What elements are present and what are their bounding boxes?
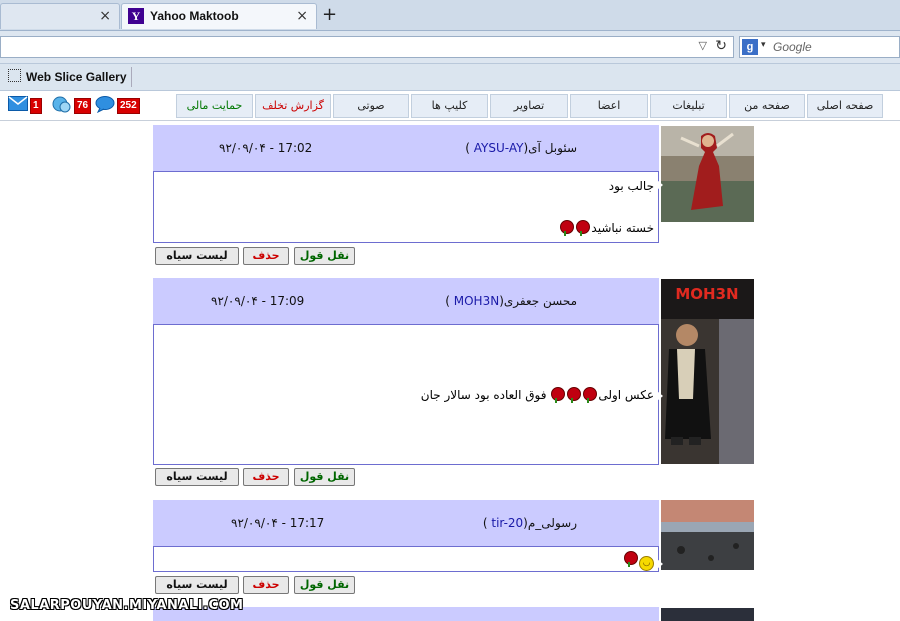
message-line: عکس اولی فوق العاده بود سالار جان xyxy=(420,387,654,403)
web-slice-gallery-label: Web Slice Gallery xyxy=(26,70,127,84)
nav-clips[interactable]: کلیپ ها xyxy=(411,94,488,118)
sender-name[interactable]: سئوبل آی xyxy=(528,141,577,155)
search-provider-dropdown-icon[interactable]: ▾ xyxy=(761,40,766,50)
smiley-emoticon-icon: ◡ xyxy=(639,556,654,571)
navigation-bar: ▽ ↻ g ▾ Google xyxy=(0,31,900,64)
tab-bar: × Y Yahoo Maktoob × + xyxy=(0,0,900,31)
nav-ads[interactable]: تبلیغات xyxy=(650,94,727,118)
site-nav: 1 76 252 صفحه اصلی صفحه من تبلیغات اعضا … xyxy=(0,91,900,121)
rose-emoticon-icon xyxy=(576,220,591,236)
nav-report-abuse[interactable]: گزارش تخلف xyxy=(255,94,331,118)
quote-button[interactable]: نقل قول xyxy=(294,576,355,594)
address-dropdown-icon[interactable]: ▽ xyxy=(699,39,707,52)
mail-icon[interactable] xyxy=(8,96,28,114)
web-slice-icon xyxy=(8,69,21,82)
delete-button[interactable]: حذف xyxy=(243,576,289,594)
message-body: جالب بود خسته نباشید xyxy=(153,171,659,243)
avatar[interactable]: MOH3N xyxy=(661,279,754,464)
message-header: ۹۲/۰۹/۰۴ - 17:17 رسولی_م(tir-20 ) xyxy=(153,500,659,546)
message-date: ۹۲/۰۹/۰۴ - 17:02 xyxy=(219,141,313,155)
sender-name[interactable]: محسن جعفری xyxy=(504,294,577,308)
avatar-caption: MOH3N xyxy=(675,285,738,303)
close-tab-icon[interactable]: × xyxy=(99,8,111,24)
sender-id[interactable]: tir-20 xyxy=(491,516,523,530)
google-search-icon[interactable]: g xyxy=(742,39,758,55)
rose-emoticon-icon xyxy=(624,551,638,567)
rose-emoticon-icon xyxy=(551,387,566,403)
refresh-icon[interactable]: ↻ xyxy=(715,38,727,54)
rose-emoticon-icon xyxy=(567,387,582,403)
close-tab-icon[interactable]: × xyxy=(296,8,308,24)
message-header: ۹۲/۰۹/۰۴ - 17:02 سئوبل آی(AYSU-AY ) xyxy=(153,125,659,171)
avatar[interactable] xyxy=(661,500,754,570)
delete-button[interactable]: حذف xyxy=(243,468,289,486)
blacklist-button[interactable]: لیست سیاه xyxy=(155,247,239,265)
search-placeholder: Google xyxy=(773,40,812,54)
blacklist-button[interactable]: لیست سیاه xyxy=(155,468,239,486)
chat-icon[interactable] xyxy=(51,96,73,114)
message-sender[interactable]: سئوبل آی(AYSU-AY ) xyxy=(465,141,577,155)
message-line: خسته نباشید xyxy=(559,220,654,236)
message-line: ◡ xyxy=(623,551,654,571)
rose-emoticon-icon xyxy=(560,220,575,236)
address-bar[interactable]: ▽ ↻ xyxy=(0,36,734,58)
nav-members[interactable]: اعضا xyxy=(570,94,648,118)
delete-button[interactable]: حذف xyxy=(243,247,289,265)
comments-count-badge[interactable]: 252 xyxy=(117,98,140,114)
blacklist-button[interactable]: لیست سیاه xyxy=(155,576,239,594)
search-box[interactable]: g ▾ Google xyxy=(739,36,900,58)
message-body: ◡ xyxy=(153,546,659,572)
favorites-bar: Web Slice Gallery xyxy=(0,64,900,91)
message-sender[interactable]: رسولی_م(tir-20 ) xyxy=(483,516,577,530)
message-date: ۹۲/۰۹/۰۴ - 17:09 xyxy=(211,294,305,308)
watermark: SALARPOUYAN.MIYANALI.COM xyxy=(10,598,244,613)
new-tab-button[interactable]: + xyxy=(322,4,337,25)
tab-previous[interactable]: × xyxy=(0,3,120,29)
quote-button[interactable]: نقل قول xyxy=(294,247,355,265)
nav-home[interactable]: صفحه اصلی xyxy=(807,94,883,118)
tab-yahoo-maktoob[interactable]: Y Yahoo Maktoob × xyxy=(121,3,317,29)
quote-button[interactable]: نقل قول xyxy=(294,468,355,486)
avatar-partial[interactable] xyxy=(661,608,754,621)
avatar-pointer xyxy=(657,559,663,569)
chat-count-badge[interactable]: 76 xyxy=(74,98,92,114)
message-line: جالب بود xyxy=(608,179,654,193)
mail-count-badge[interactable]: 1 xyxy=(30,98,42,114)
yahoo-favicon-icon: Y xyxy=(128,8,144,24)
sender-id[interactable]: MOH3N xyxy=(454,294,499,308)
sender-id[interactable]: AYSU-AY xyxy=(474,141,524,155)
nav-audio[interactable]: صوتی xyxy=(333,94,409,118)
message-body: عکس اولی فوق العاده بود سالار جان xyxy=(153,324,659,465)
comment-icon[interactable] xyxy=(95,96,115,114)
rose-emoticon-icon xyxy=(583,387,598,403)
tab-title: Yahoo Maktoob xyxy=(150,9,239,23)
avatar-pointer xyxy=(657,180,663,190)
avatar[interactable] xyxy=(661,126,754,222)
message-header: ۹۲/۰۹/۰۴ - 17:09 محسن جعفری(MOH3N ) xyxy=(153,278,659,324)
sender-name[interactable]: رسولی_م xyxy=(528,516,577,530)
message-date: ۹۲/۰۹/۰۴ - 17:17 xyxy=(231,516,325,530)
web-slice-gallery-link[interactable]: Web Slice Gallery xyxy=(4,67,132,87)
message-sender[interactable]: محسن جعفری(MOH3N ) xyxy=(445,294,577,308)
nav-my-page[interactable]: صفحه من xyxy=(729,94,805,118)
avatar-pointer xyxy=(657,391,663,401)
nav-donate[interactable]: حمایت مالی xyxy=(176,94,253,118)
nav-photos[interactable]: تصاویر xyxy=(490,94,568,118)
